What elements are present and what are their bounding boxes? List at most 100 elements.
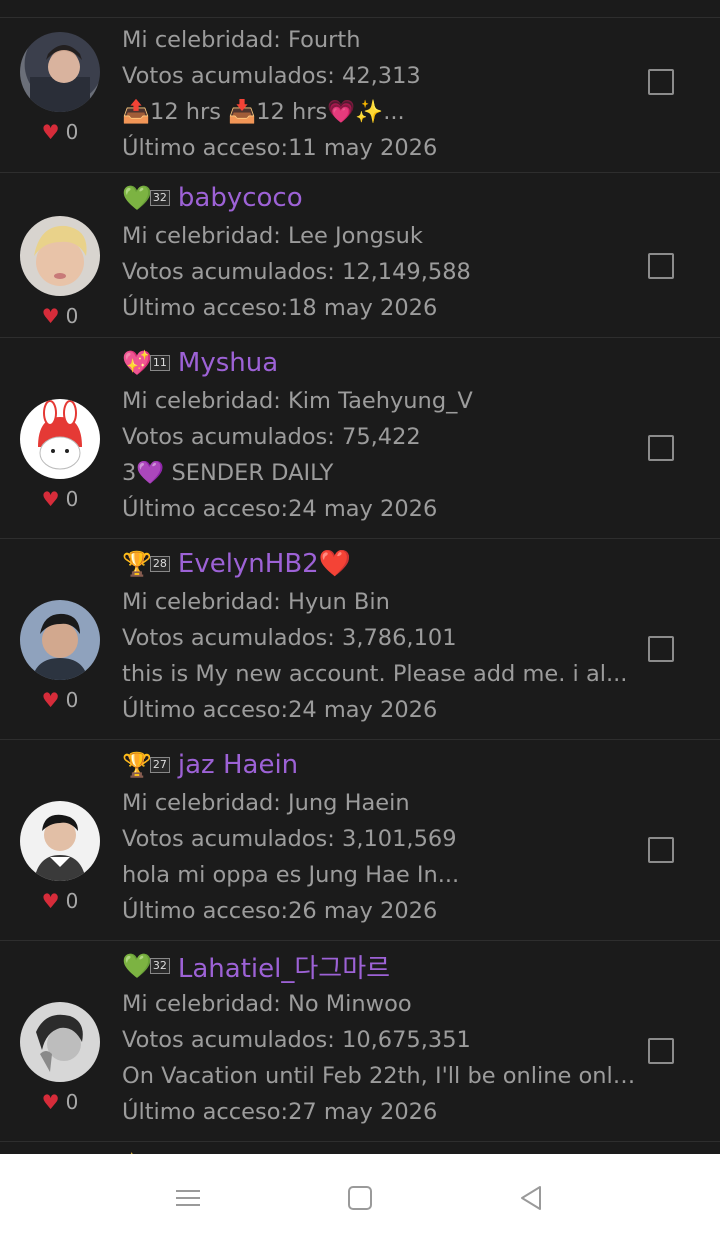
username[interactable]: babycoco [178, 183, 303, 213]
celebrity-text: Mi celebridad: Fourth [122, 27, 361, 53]
heart-icon: ♥ [41, 487, 60, 511]
select-checkbox[interactable] [648, 435, 674, 461]
heart-icon: ♥ [41, 889, 60, 913]
avatar-column: ♥ 0 [20, 216, 100, 328]
name-line: 💚 32 babycoco [122, 178, 636, 218]
votes-text: Votos acumulados: 10,675,351 [122, 1027, 471, 1053]
avatar[interactable] [20, 32, 100, 112]
avatar[interactable] [20, 399, 100, 479]
level-badge: 🏆 27 [122, 753, 170, 777]
avatar-image [34, 814, 86, 881]
celebrity-text: Mi celebridad: No Minwoo [122, 991, 412, 1017]
username[interactable]: EvelynHB2❤️ [178, 549, 351, 579]
avatar-column: ♥ 0 [20, 600, 100, 712]
heart-icon: ♥ [41, 1090, 60, 1114]
celebrity-text: Mi celebridad: Kim Taehyung_V [122, 388, 473, 414]
badge-level: 28 [149, 556, 170, 572]
likes-count: 0 [65, 889, 79, 913]
likes-count: 0 [65, 304, 79, 328]
status-message: hola mi oppa es Jung Hae In... [122, 862, 460, 888]
likes-count: 0 [65, 487, 79, 511]
list-item[interactable]: ♥ 0 💖 11 Myshua Mi celebridad: Kim Taehy… [0, 337, 720, 538]
list-item[interactable]: ♥ 0 💚 32 Lahatiel_다그마르 Mi celebridad: No… [0, 940, 720, 1141]
avatar[interactable] [20, 600, 100, 680]
avatar-column: ♥ 0 [20, 1002, 100, 1114]
badge-level: 32 [149, 190, 170, 206]
last-access-text: Último acceso:24 may 2026 [122, 697, 438, 723]
avatar-column: ♥ 0 [20, 32, 100, 144]
list-item[interactable]: ♥ 0 🏆 27 jaz Haein Mi celebridad: Jung H… [0, 739, 720, 940]
avatar[interactable] [20, 801, 100, 881]
user-info: 🏆 28 EvelynHB2❤️ Mi celebridad: Hyun Bin… [122, 544, 636, 728]
menu-icon[interactable] [173, 1183, 203, 1213]
username[interactable]: Lahatiel_다그마르 [178, 948, 390, 985]
avatar[interactable] [20, 216, 100, 296]
badge-gem-icon: 💖 [122, 349, 152, 377]
status-message: On Vacation until Feb 22th, I'll be onli… [122, 1063, 636, 1089]
status-message: this is My new account. Please add me. i… [122, 661, 628, 687]
last-access-text: Último acceso:24 may 2026 [122, 496, 438, 522]
last-access-text: Último acceso:27 may 2026 [122, 1099, 438, 1125]
select-checkbox[interactable] [648, 1038, 674, 1064]
likes: ♥ 0 [20, 889, 100, 913]
select-checkbox[interactable] [648, 636, 674, 662]
likes-count: 0 [65, 688, 79, 712]
list-item[interactable]: ♥ 0 Mi celebridad: Fourth Votos acumulad… [0, 17, 720, 172]
avatar-column: ♥ 0 [20, 399, 100, 511]
likes: ♥ 0 [20, 1090, 100, 1114]
system-navigation-bar [0, 1154, 720, 1242]
username[interactable]: jaz Haein [178, 750, 298, 780]
badge-level: 32 [149, 958, 170, 974]
select-checkbox[interactable] [648, 837, 674, 863]
list-item[interactable]: ♥ 0 💚 32 babycoco Mi celebridad: Lee Jon… [0, 172, 720, 337]
badge-gem-icon: 🏆 [122, 550, 152, 578]
avatar-image [36, 1014, 83, 1072]
likes-count: 0 [65, 1090, 79, 1114]
celebrity-text: Mi celebridad: Lee Jongsuk [122, 223, 423, 249]
likes: ♥ 0 [20, 304, 100, 328]
votes-text: Votos acumulados: 75,422 [122, 424, 421, 450]
status-message: 3💜 SENDER DAILY [122, 460, 334, 486]
list-item[interactable]: ♥ 0 🏆 28 EvelynHB2❤️ Mi celebridad: Hyun… [0, 538, 720, 739]
name-line: 💚 32 Lahatiel_다그마르 [122, 946, 636, 986]
badge-gem-icon: 💚 [122, 952, 152, 980]
votes-text: Votos acumulados: 12,149,588 [122, 259, 471, 285]
name-line: 💖 11 Myshua [122, 343, 636, 383]
level-badge: 💖 11 [122, 351, 170, 375]
user-info: 💚 32 babycoco Mi celebridad: Lee Jongsuk… [122, 178, 636, 326]
level-badge: 💚 32 [122, 954, 170, 978]
select-checkbox[interactable] [648, 253, 674, 279]
username[interactable]: Myshua [178, 348, 278, 378]
heart-icon: ♥ [41, 304, 60, 328]
select-checkbox[interactable] [648, 69, 674, 95]
friend-list: ♥ 0 Mi celebridad: Fourth Votos acumulad… [0, 0, 720, 1154]
list-item[interactable]: ▲ [0, 1141, 720, 1154]
badge-level: 27 [149, 757, 170, 773]
avatar-image [32, 613, 88, 680]
celebrity-text: Mi celebridad: Jung Haein [122, 790, 410, 816]
avatar[interactable] [20, 1002, 100, 1082]
avatar-column: ♥ 0 [20, 801, 100, 913]
name-line: 🏆 27 jaz Haein [122, 745, 636, 785]
user-info: 🏆 27 jaz Haein Mi celebridad: Jung Haein… [122, 745, 636, 929]
badge-gem-icon: 🏆 [122, 751, 152, 779]
badge-gem-icon: 💚 [122, 184, 152, 212]
home-square-icon[interactable] [345, 1183, 375, 1213]
user-info: 💖 11 Myshua Mi celebridad: Kim Taehyung_… [122, 343, 636, 527]
heart-icon: ♥ [41, 120, 60, 144]
last-access-text: Último acceso:18 may 2026 [122, 295, 438, 321]
likes: ♥ 0 [20, 120, 100, 144]
name-line: 🏆 28 EvelynHB2❤️ [122, 544, 636, 584]
last-access-text: Último acceso:26 may 2026 [122, 898, 438, 924]
level-badge: 🏆 28 [122, 552, 170, 576]
user-info: 💚 32 Lahatiel_다그마르 Mi celebridad: No Min… [122, 946, 636, 1130]
back-triangle-icon[interactable] [516, 1183, 546, 1213]
avatar-image [38, 400, 82, 470]
votes-text: Votos acumulados: 42,313 [122, 63, 421, 89]
likes-count: 0 [65, 120, 79, 144]
avatar-image [34, 225, 87, 286]
level-badge: 💚 32 [122, 186, 170, 210]
celebrity-text: Mi celebridad: Hyun Bin [122, 589, 390, 615]
avatar-image [30, 45, 90, 112]
likes: ♥ 0 [20, 487, 100, 511]
